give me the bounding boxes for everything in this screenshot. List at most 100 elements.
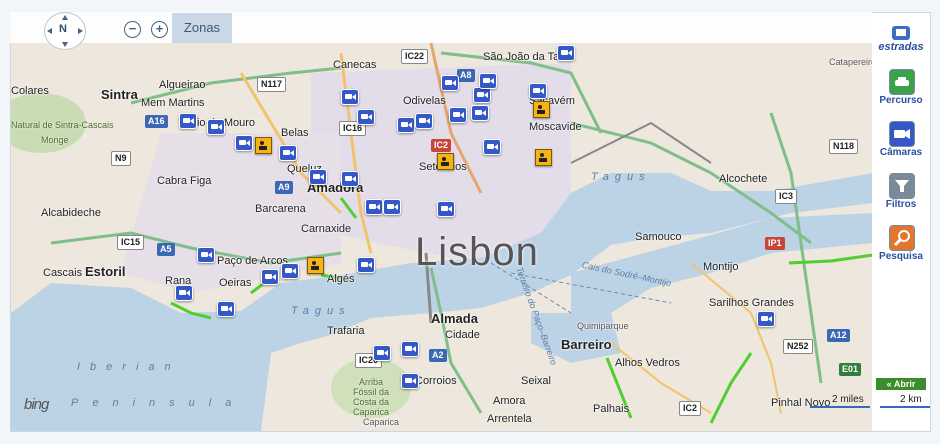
road-shield: A8 <box>457 69 475 82</box>
zoom-in-button[interactable]: + <box>151 21 168 38</box>
camera-marker[interactable] <box>449 107 467 123</box>
place-label: Alhos Vedros <box>615 357 680 369</box>
place-label: Estoril <box>85 264 126 279</box>
place-label: Moscavide <box>529 121 582 133</box>
magnifier-icon <box>889 225 915 251</box>
camera-marker[interactable] <box>373 345 391 361</box>
percurso-label: Percurso <box>879 95 923 106</box>
camera-marker[interactable] <box>175 285 193 301</box>
road-shield: N118 <box>829 139 859 154</box>
place-label: Natural de Sintra-Cascais <box>11 120 114 130</box>
road-shield: A5 <box>157 243 175 256</box>
abrir-button[interactable]: « Abrir <box>876 378 926 390</box>
sidebar: estradas Percurso Câmaras Filtros Pesqui <box>872 12 931 432</box>
place-label: Caparica <box>363 417 400 427</box>
zonas-button[interactable]: Zonas <box>172 13 232 43</box>
camera-icon <box>889 121 915 147</box>
camera-marker[interactable] <box>217 301 235 317</box>
place-label: Sintra <box>101 87 138 102</box>
place-label: Carnaxide <box>301 223 352 235</box>
place-label: Belas <box>281 127 309 139</box>
camera-marker[interactable] <box>309 169 327 185</box>
road-shield: N252 <box>783 339 813 354</box>
place-label: Alcabideche <box>41 207 101 219</box>
roadwork-marker[interactable] <box>255 137 272 154</box>
camera-marker[interactable] <box>397 117 415 133</box>
road-shield: IP1 <box>765 237 785 250</box>
zoom-out-button[interactable]: − <box>124 21 141 38</box>
camera-marker[interactable] <box>261 269 279 285</box>
compass-control[interactable]: N <box>44 12 86 50</box>
camera-marker[interactable] <box>473 87 491 103</box>
road-shield: E01 <box>839 363 862 376</box>
camera-marker[interactable] <box>757 311 775 327</box>
roadwork-marker[interactable] <box>535 149 552 166</box>
camera-marker[interactable] <box>341 171 359 187</box>
camera-marker[interactable] <box>415 113 433 129</box>
camera-marker[interactable] <box>383 199 401 215</box>
camera-marker[interactable] <box>235 135 253 151</box>
place-label: Mem Martins <box>141 97 205 109</box>
camera-marker[interactable] <box>357 109 375 125</box>
filtros-button[interactable]: Filtros <box>872 173 930 215</box>
camera-marker[interactable] <box>529 83 547 99</box>
estradas-logo-text: estradas <box>878 41 924 53</box>
place-label: Amora <box>493 395 526 407</box>
roadwork-marker[interactable] <box>307 257 324 274</box>
camera-marker[interactable] <box>281 263 299 279</box>
map-scale: 2 miles 2 km <box>810 394 930 418</box>
camera-marker[interactable] <box>471 105 489 121</box>
place-label: Odivelas <box>403 95 446 107</box>
roadwork-marker[interactable] <box>437 153 454 170</box>
camera-marker[interactable] <box>401 373 419 389</box>
car-icon <box>889 69 915 95</box>
place-label: Cabra Figa <box>157 175 212 187</box>
road-shield: IC15 <box>117 235 145 250</box>
funnel-icon <box>889 173 915 199</box>
road-shield: A2 <box>429 349 447 362</box>
place-label: Corroios <box>415 375 457 387</box>
road-shield: N117 <box>257 77 287 92</box>
camera-marker[interactable] <box>401 341 419 357</box>
camaras-button[interactable]: Câmaras <box>872 121 930 163</box>
scale-miles: 2 miles <box>832 394 864 405</box>
place-label: Quimiparque <box>577 321 629 331</box>
place-label: Alcochete <box>719 173 768 185</box>
camera-marker[interactable] <box>341 89 359 105</box>
place-label: Almada <box>431 311 478 326</box>
place-label: Seixal <box>521 375 551 387</box>
camera-marker[interactable] <box>441 75 459 91</box>
bing-logo: bing <box>24 396 49 413</box>
camera-marker[interactable] <box>357 257 375 273</box>
pesquisa-button[interactable]: Pesquisa <box>872 225 930 267</box>
camera-marker[interactable] <box>197 247 215 263</box>
place-label: Canecas <box>333 59 377 71</box>
camera-marker[interactable] <box>479 73 497 89</box>
camera-marker[interactable] <box>279 145 297 161</box>
place-label: Paço de Arcos <box>217 255 288 267</box>
compass-arrows-icon <box>47 15 83 47</box>
app-frame: Tagus Tagus Iberian Peninsula Lisbon Col… <box>0 0 940 444</box>
road-shield: A12 <box>827 329 850 342</box>
road-shield: IC2 <box>431 139 452 152</box>
place-label: Samouco <box>635 231 682 243</box>
place-label: Barreiro <box>561 337 612 352</box>
roadwork-marker[interactable] <box>533 101 550 118</box>
road-shield: IC3 <box>775 189 798 204</box>
camera-marker[interactable] <box>365 199 383 215</box>
water-label-iberian: Iberian <box>77 361 181 373</box>
road-shield: IC2 <box>679 401 702 416</box>
place-label: Montijo <box>703 261 739 273</box>
place-label: Arrentela <box>487 413 532 425</box>
place-label: Catapereiro <box>829 57 874 67</box>
percurso-button[interactable]: Percurso <box>872 69 930 111</box>
camera-marker[interactable] <box>483 139 501 155</box>
map-canvas[interactable]: Tagus Tagus Iberian Peninsula Lisbon Col… <box>10 12 874 432</box>
scale-km: 2 km <box>900 394 922 405</box>
camera-marker[interactable] <box>179 113 197 129</box>
road-shield: A16 <box>145 115 168 128</box>
camera-marker[interactable] <box>207 119 225 135</box>
water-label-peninsula: Peninsula <box>71 397 246 409</box>
camera-marker[interactable] <box>437 201 455 217</box>
camera-marker[interactable] <box>557 45 575 61</box>
